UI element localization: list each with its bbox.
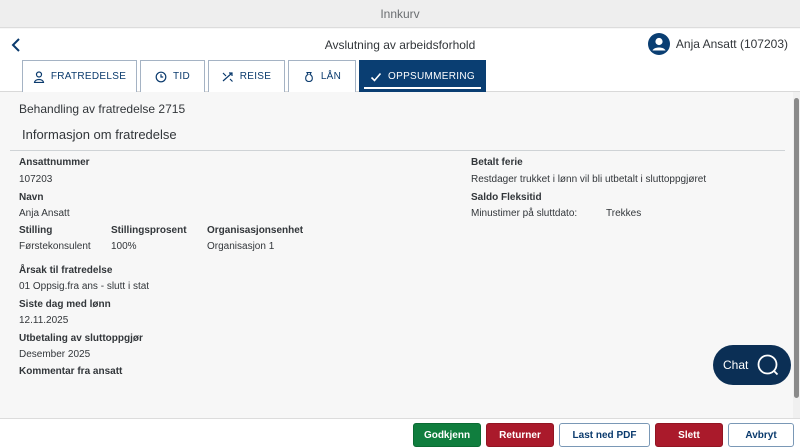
avbryt-button[interactable]: Avbryt — [728, 423, 794, 447]
ansattnummer-value: 107203 — [19, 174, 53, 185]
godkjenn-button[interactable]: Godkjenn — [413, 423, 481, 447]
user-name: Anja Ansatt (107203) — [675, 37, 788, 51]
vertical-scrollbar[interactable] — [793, 92, 800, 418]
kommentar-label: Kommentar fra ansatt — [19, 366, 123, 377]
tab-oppsummering[interactable]: OPPSUMMERING — [359, 60, 486, 92]
siste-dag-label: Siste dag med lønn — [19, 299, 111, 310]
orgenhet-value: Organisasjon 1 — [207, 241, 275, 252]
stillingsprosent-value: 100% — [111, 241, 137, 252]
utbetaling-label: Utbetaling av sluttoppgjør — [19, 333, 143, 344]
stilling-label: Stilling — [19, 225, 53, 236]
ansattnummer-label: Ansattnummer — [19, 157, 90, 168]
arsak-label: Årsak til fratredelse — [19, 265, 113, 276]
betalt-ferie-label: Betalt ferie — [471, 157, 523, 168]
avatar-icon — [647, 33, 670, 55]
navn-value: Anja Ansatt — [19, 208, 70, 219]
travel-icon — [222, 71, 233, 82]
tab-fratredelse[interactable]: FRATREDELSE — [22, 60, 137, 92]
money-bag-icon — [304, 71, 313, 82]
tab-label: REISE — [239, 71, 272, 82]
slett-button[interactable]: Slett — [655, 423, 723, 447]
window-title: Innkurv — [380, 6, 420, 21]
arsak-value: 01 Oppsig.fra ans - slutt i stat — [19, 281, 150, 292]
section-divider — [10, 150, 785, 151]
tab-lan[interactable]: LÅN — [288, 60, 356, 92]
stillingsprosent-label: Stillingsprosent — [111, 225, 187, 236]
saldo-fleksitid-label: Saldo Fleksitid — [471, 192, 542, 203]
tab-bar: FRATREDELSE TID REISE LÅN OPPSUMMERING — [0, 60, 800, 92]
betalt-ferie-value: Restdager trukket i lønn vil bli utbetal… — [471, 174, 707, 185]
clock-icon — [155, 71, 167, 82]
person-icon — [33, 70, 44, 83]
chat-button[interactable]: Chat — [713, 345, 791, 385]
action-footer: Godkjenn Returner Last ned PDF Slett Avb… — [0, 418, 800, 448]
window-title-bar: Innkurv — [0, 0, 800, 28]
user-menu[interactable]: Anja Ansatt (107203) — [647, 33, 788, 55]
last-ned-pdf-button[interactable]: Last ned PDF — [559, 423, 650, 447]
chat-label: Chat — [723, 358, 749, 372]
tab-label: OPPSUMMERING — [388, 71, 475, 82]
main-content: Behandling av fratredelse 2715 Informasj… — [0, 92, 793, 418]
scrollbar-thumb[interactable] — [794, 98, 799, 398]
case-heading: Behandling av fratredelse 2715 — [19, 102, 186, 116]
siste-dag-value: 12.11.2025 — [19, 315, 69, 326]
chat-bubble-icon — [757, 354, 779, 376]
tab-label: FRATREDELSE — [50, 71, 127, 82]
orgenhet-label: Organisasjonsenhet — [207, 225, 304, 236]
page-header: Avslutning av arbeidsforhold Anja Ansatt… — [0, 29, 800, 60]
tab-reise[interactable]: REISE — [208, 60, 285, 92]
navn-label: Navn — [19, 192, 44, 203]
utbetaling-value: Desember 2025 — [19, 349, 91, 360]
returner-button[interactable]: Returner — [486, 423, 554, 447]
tab-tid[interactable]: TID — [140, 60, 205, 92]
stilling-value: Førstekonsulent — [19, 241, 91, 252]
tab-label: TID — [172, 71, 190, 82]
tab-label: LÅN — [320, 71, 342, 82]
minustimer-label: Minustimer på sluttdato: — [471, 208, 578, 219]
minustimer-value: Trekkes — [606, 208, 642, 219]
check-icon — [370, 72, 382, 82]
section-title: Informasjon om fratredelse — [22, 127, 177, 142]
active-tab-indicator — [364, 87, 481, 89]
